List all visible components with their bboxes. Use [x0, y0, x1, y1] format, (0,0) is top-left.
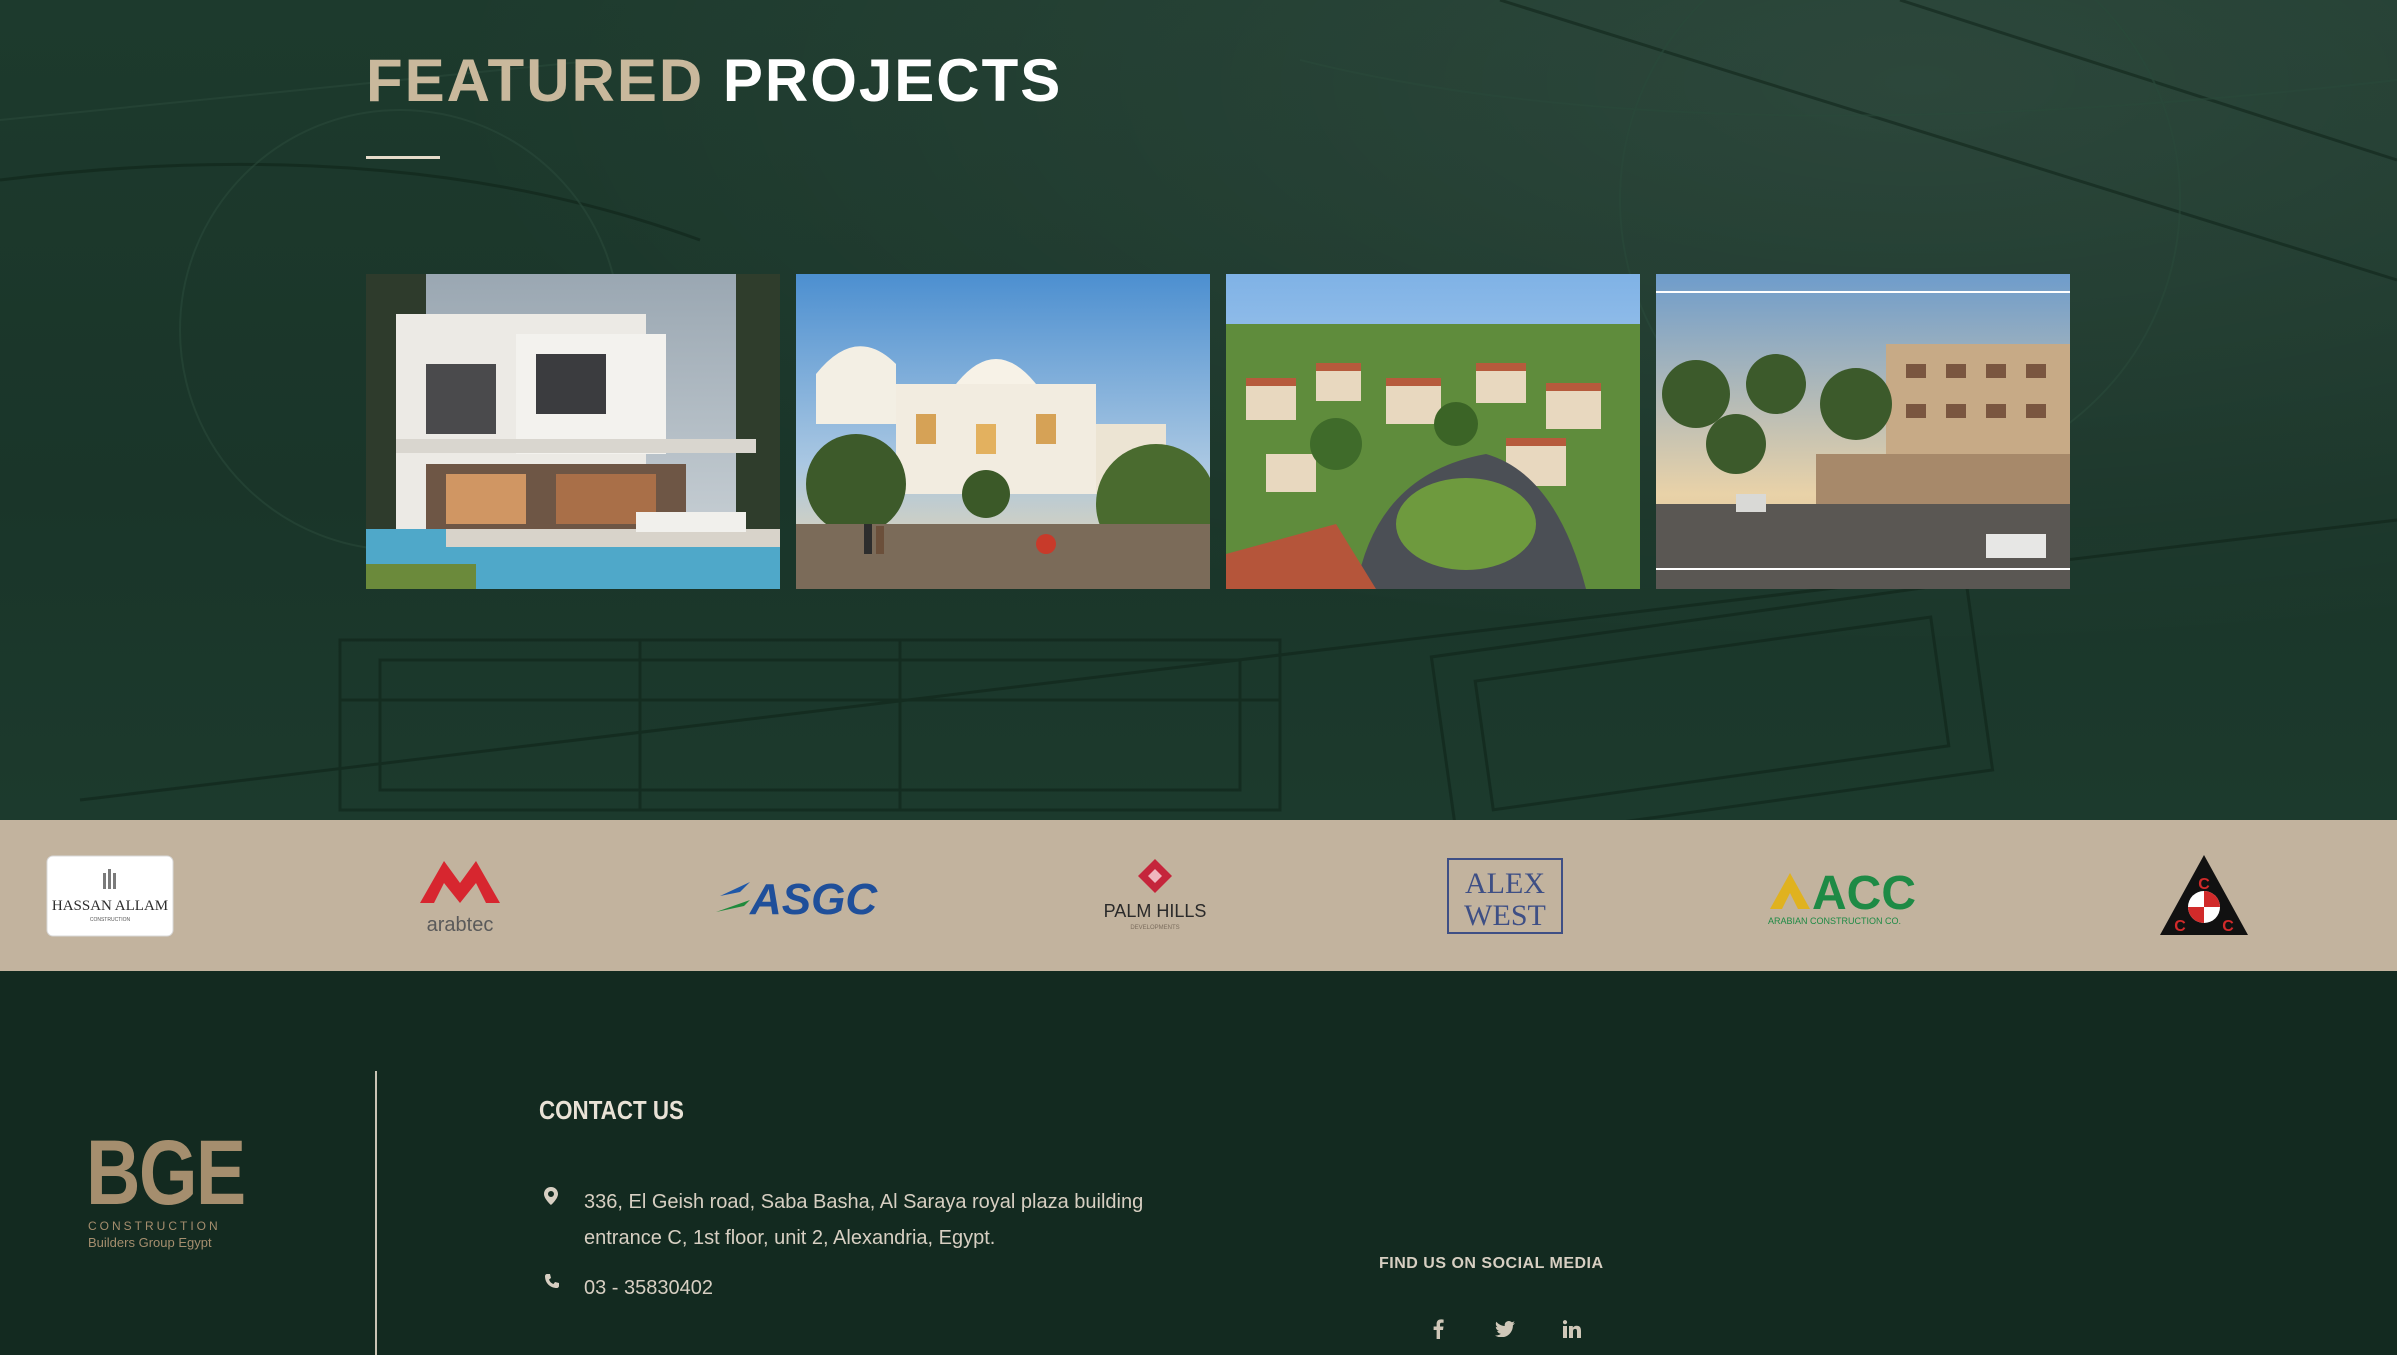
- bge-logo-tagline: Builders Group Egypt: [88, 1235, 212, 1250]
- svg-text:CONSTRUCTION: CONSTRUCTION: [90, 917, 131, 923]
- footer: BGE CONSTRUCTION Builders Group Egypt CO…: [0, 971, 2397, 1355]
- svg-text:C: C: [2222, 918, 2234, 935]
- svg-text:C: C: [2174, 918, 2186, 935]
- title-underline: [366, 156, 440, 159]
- projects-gallery: [366, 274, 2070, 589]
- contact-address: 336, El Geish road, Saba Basha, Al Saray…: [544, 1184, 1143, 1256]
- linkedin-icon[interactable]: [1538, 1309, 1605, 1349]
- svg-text:ASGC: ASGC: [749, 875, 878, 924]
- featured-projects-title: FEATURED PROJECTS: [366, 46, 1062, 115]
- partner-alex-west[interactable]: ALEX WEST: [1446, 842, 1564, 950]
- featured-projects-section: FEATURED PROJECTS: [0, 0, 2397, 820]
- contact-title: CONTACT US: [539, 1095, 684, 1125]
- project-card-mediterranean-villas[interactable]: [796, 274, 1210, 589]
- partner-acc[interactable]: ACC ARABIAN CONSTRUCTION CO.: [1760, 842, 1950, 950]
- title-word-featured: FEATURED: [366, 47, 705, 114]
- social-media-title: FIND US ON SOCIAL MEDIA: [1379, 1255, 1604, 1272]
- asgc-logo: ASGC: [716, 875, 878, 924]
- partner-hassan-allam[interactable]: HASSAN ALLAM CONSTRUCTION: [46, 842, 174, 950]
- partners-strip: HASSAN ALLAM CONSTRUCTION arabtec ASGC P…: [0, 820, 2397, 971]
- svg-text:ALEX: ALEX: [1465, 867, 1545, 900]
- hassan-allam-logo: HASSAN ALLAM CONSTRUCTION: [46, 855, 174, 937]
- phone-icon: [544, 1270, 584, 1294]
- svg-text:PALM HILLS: PALM HILLS: [1104, 901, 1207, 921]
- ccc-logo: C C C: [2160, 855, 2248, 935]
- svg-text:C: C: [2198, 876, 2210, 893]
- svg-text:arabtec: arabtec: [427, 914, 494, 936]
- partner-palm-hills[interactable]: PALM HILLS DEVELOPMENTS: [1090, 842, 1220, 950]
- alex-west-logo: ALEX WEST: [1447, 858, 1563, 934]
- bge-logo[interactable]: BGE CONSTRUCTION Builders Group Egypt: [86, 1122, 246, 1250]
- phone-number: 03 - 35830402: [584, 1277, 714, 1299]
- partner-ccc[interactable]: C C C: [2154, 842, 2254, 950]
- acc-logo: ACC ARABIAN CONSTRUCTION CO.: [1768, 867, 1916, 926]
- project-image-mediterranean-villas: [796, 274, 1210, 589]
- address-line-1: 336, El Geish road, Saba Basha, Al Saray…: [584, 1191, 1144, 1213]
- social-icons: [1404, 1309, 1605, 1349]
- arabtec-logo: arabtec: [420, 861, 500, 936]
- project-image-modern-villa: [366, 274, 780, 589]
- svg-text:DEVELOPMENTS: DEVELOPMENTS: [1130, 925, 1179, 931]
- svg-text:WEST: WEST: [1464, 899, 1546, 932]
- title-word-projects: PROJECTS: [722, 47, 1063, 114]
- svg-text:ACC: ACC: [1812, 867, 1916, 920]
- bge-logo-main: BGE: [86, 1122, 246, 1224]
- project-card-aerial-compound[interactable]: [1226, 274, 1640, 589]
- twitter-icon[interactable]: [1471, 1309, 1538, 1349]
- project-card-modern-villa[interactable]: [366, 274, 780, 589]
- project-image-residential-entrance: [1656, 274, 2070, 589]
- partner-arabtec[interactable]: arabtec: [400, 842, 520, 950]
- facebook-icon[interactable]: [1404, 1309, 1471, 1349]
- location-pin-icon: [544, 1184, 584, 1210]
- project-image-aerial-compound: [1226, 274, 1640, 589]
- project-card-residential-entrance[interactable]: [1656, 274, 2070, 589]
- svg-text:HASSAN ALLAM: HASSAN ALLAM: [52, 898, 168, 914]
- footer-divider: [375, 1071, 377, 1355]
- palm-hills-logo: PALM HILLS DEVELOPMENTS: [1104, 859, 1207, 931]
- address-line-2: entrance C, 1st floor, unit 2, Alexandri…: [584, 1227, 996, 1249]
- svg-text:ARABIAN CONSTRUCTION CO.: ARABIAN CONSTRUCTION CO.: [1768, 916, 1901, 926]
- partner-asgc[interactable]: ASGC: [710, 842, 910, 950]
- contact-phone[interactable]: 03 - 35830402: [544, 1270, 713, 1306]
